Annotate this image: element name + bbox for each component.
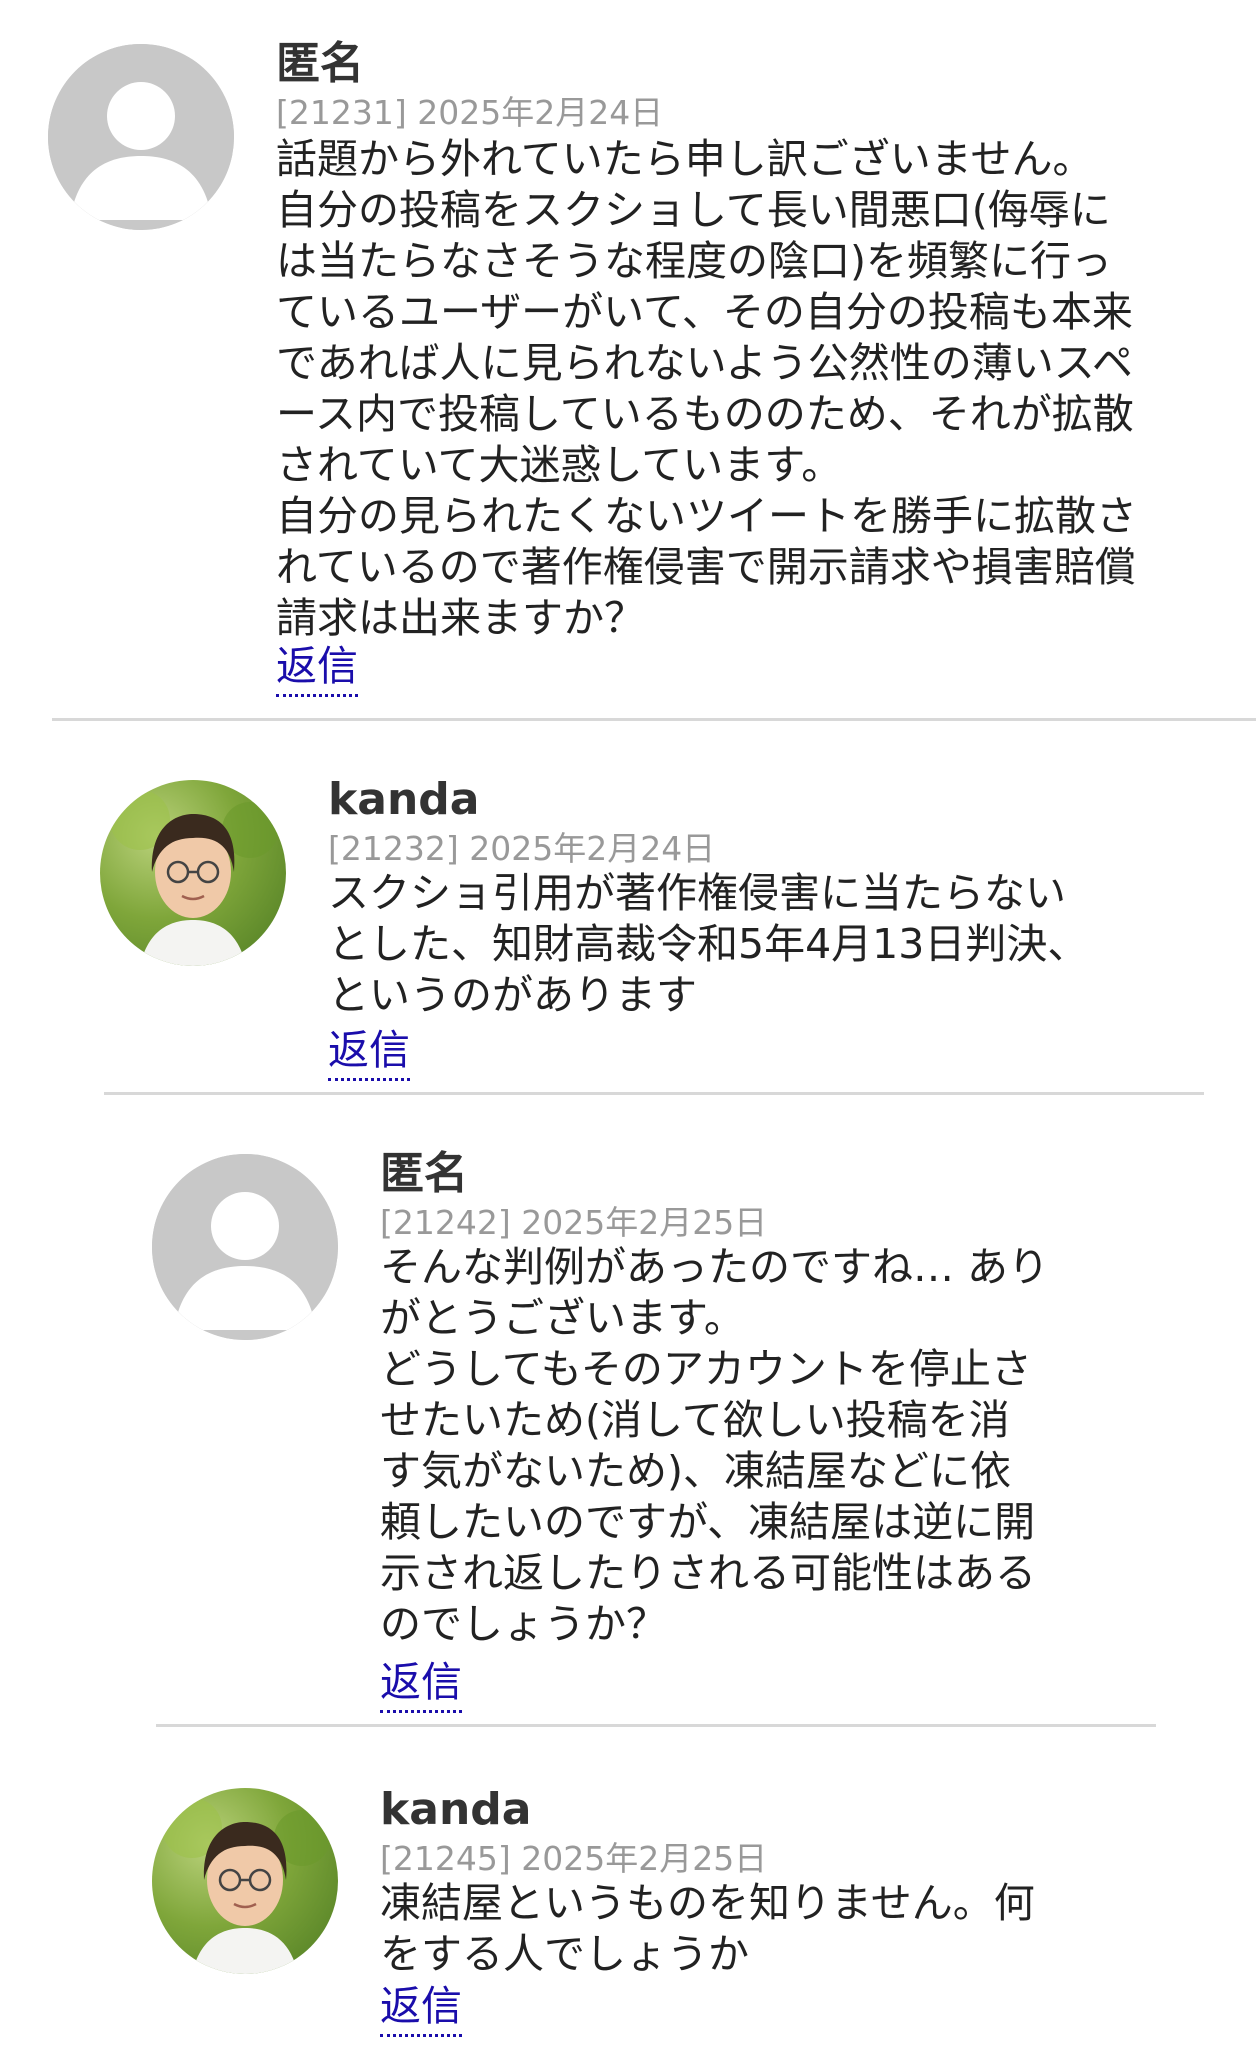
comment-meta: [21231] 2025年2月24日 [276,93,664,132]
comment-body-line: 請求は出来ますか？ [276,594,645,642]
comment-meta: [21242] 2025年2月25日 [380,1203,768,1242]
comment-divider [156,1724,1156,1727]
comment-body-line: せたいため(消して欲しい投稿を消 [380,1396,1010,1444]
comment-body-line: す気がないため)、凍結屋などに依 [380,1447,1011,1495]
comment-body-line: ース内で投稿しているもののため、それが拡散 [276,390,1134,438]
comment-body: そんな判例があったのですね… あり がとうございます。 どうしてもそのアカウント… [380,1242,1049,1650]
comment-body-line: ているユーザーがいて、その自分の投稿も本来 [276,288,1133,336]
comment-body-line: をする人でしょうか [380,1930,749,1978]
reply-link[interactable]: 返信 [380,1980,462,2037]
comment-body: スクショ引用が著作権侵害に当たらない とした、知財高裁令和5年4月13日判決、 … [328,868,1088,1021]
comment-author: kanda [328,774,480,825]
comment-divider [104,1092,1204,1095]
comment-body-line: されていて大迷惑しています。 [276,441,843,489]
comment-body-line: そんな判例があったのですね… あり [380,1243,1050,1291]
comment-body-line: というのがあります [328,971,697,1019]
comment-body-line: 話題から外れていたら申し訳ございません。 [276,135,1094,183]
comment-meta: [21232] 2025年2月24日 [328,829,716,868]
comment-author: 匿名 [380,1148,468,1199]
comment-21232: kanda [21232] 2025年2月24日 スクショ引用が著作権侵害に当た… [0,730,1256,1090]
comment-body-line: は当たらなさそうな程度の陰口)を頻繁に行っ [276,237,1112,285]
default-avatar-icon [152,1154,338,1340]
reply-link[interactable]: 返信 [276,640,358,697]
comment-body-line: 自分の見られたくないツイートを勝手に拡散さ [276,492,1137,540]
comment-21245: kanda [21245] 2025年2月25日 凍結屋というものを知りません。… [0,1736,1256,2048]
comment-body-line: のでしょうか？ [380,1600,667,1648]
comment-divider [52,718,1256,721]
comment-21231: 匿名 [21231] 2025年2月24日 話題から外れていたら申し訳ございませ… [0,0,1256,720]
reply-link[interactable]: 返信 [328,1024,410,1081]
comment-body-line: れているので著作権侵害で開示請求や損害賠償 [276,543,1136,591]
kanda-avatar [100,780,286,966]
comment-body-line: 自分の投稿をスクショして長い間悪口(侮辱に [276,186,1111,234]
reply-link[interactable]: 返信 [380,1656,462,1713]
comment-body: 凍結屋というものを知りません。何 をする人でしょうか [380,1878,1035,1980]
comment-body-line: スクショ引用が著作権侵害に当たらない [328,869,1066,917]
comment-author: 匿名 [276,38,364,89]
comment-body-line: であれば人に見られないよう公然性の薄いスペ [276,339,1133,387]
comment-body-line: どうしてもそのアカウントを停止さ [380,1345,1032,1393]
comment-21242: 匿名 [21242] 2025年2月25日 そんな判例があったのですね… あり … [0,1104,1256,1724]
comment-author: kanda [380,1784,532,1835]
default-avatar-icon [48,44,234,230]
comment-body-line: 頼したいのですが、凍結屋は逆に開 [380,1498,1036,1546]
kanda-avatar [152,1788,338,1974]
comment-body-line: とした、知財高裁令和5年4月13日判決、 [328,920,1089,968]
comment-body-line: 示され返したりされる可能性はある [380,1549,1036,1597]
comment-meta: [21245] 2025年2月25日 [380,1839,768,1878]
comment-body: 話題から外れていたら申し訳ございません。 自分の投稿をスクショして長い間悪口(侮… [276,134,1137,644]
comment-body-line: がとうございます。 [380,1294,745,1342]
comment-body-line: 凍結屋というものを知りません。何 [380,1879,1035,1927]
